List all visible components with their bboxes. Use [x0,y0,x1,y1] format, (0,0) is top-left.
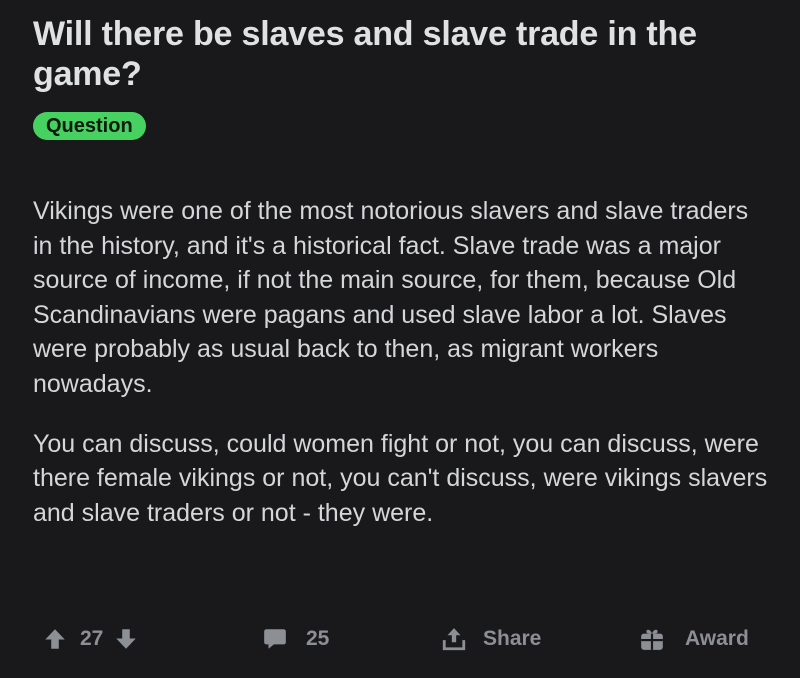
award-label: Award [685,627,749,650]
award-button[interactable]: Award [639,620,749,658]
gift-award-icon [639,626,665,652]
share-upload-icon [441,626,467,652]
flair-badge[interactable]: Question [33,112,146,140]
comment-count: 25 [306,627,330,650]
share-button[interactable]: Share [441,620,541,658]
post-body: Vikings were one of the most notorious s… [33,194,768,530]
post-paragraph-1: Vikings were one of the most notorious s… [33,197,749,398]
vote-count: 27 [80,627,104,650]
share-label: Share [483,627,542,650]
post-paragraph-2: You can discuss, could women fight or no… [33,429,768,527]
comment-bubble-icon [262,626,288,652]
arrow-down-icon[interactable] [113,626,139,652]
post-title[interactable]: Will there be slaves and slave trade in … [33,14,753,94]
comments-button[interactable]: 25 [262,620,329,658]
arrow-up-icon[interactable] [42,626,68,652]
post-container: Will there be slaves and slave trade in … [0,0,800,678]
vote-group: 27 [42,620,139,658]
post-action-bar: 27 25 Share Award [0,620,800,658]
